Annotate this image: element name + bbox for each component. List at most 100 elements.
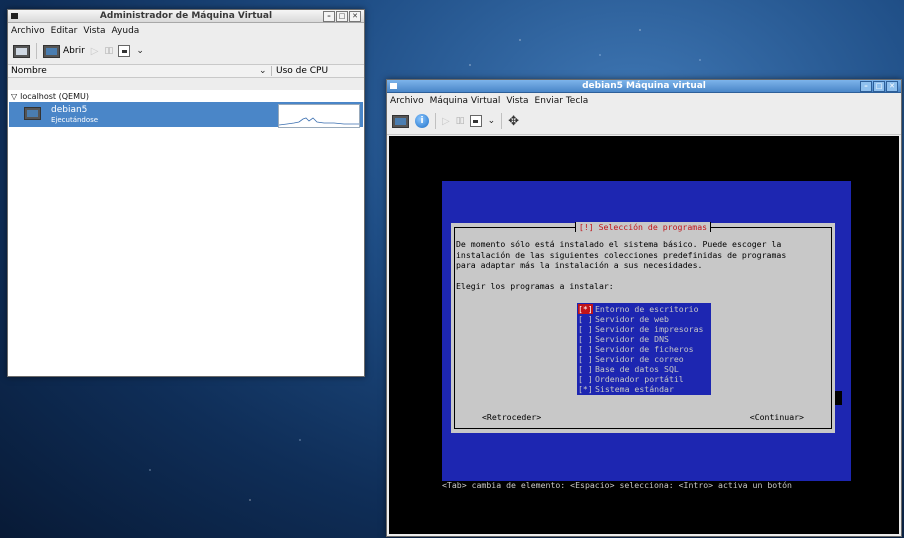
menu-editar[interactable]: Editar xyxy=(51,26,78,36)
shutdown-button[interactable] xyxy=(469,115,482,127)
manager-window: Administrador de Máquina Virtual – □ ✕ A… xyxy=(7,9,365,377)
option-servidor-web[interactable]: [ ] Servidor de web xyxy=(578,314,711,324)
checkbox-mark: [*] xyxy=(578,384,593,394)
menu-archivo[interactable]: Archivo xyxy=(11,26,45,36)
toolbar-separator xyxy=(36,43,37,59)
menu-maquina-virtual[interactable]: Máquina Virtual xyxy=(430,96,501,106)
fullscreen-icon[interactable]: ✥ xyxy=(508,114,519,129)
option-label: Servidor de impresoras xyxy=(595,324,704,334)
option-label: Servidor de correo xyxy=(595,354,684,364)
manager-title: Administrador de Máquina Virtual xyxy=(99,11,273,21)
column-cpu[interactable]: Uso de CPU xyxy=(271,66,328,76)
column-name[interactable]: Nombre xyxy=(8,66,259,76)
minimize-button[interactable]: – xyxy=(860,80,872,92)
viewer-window: debian5 Máquina virtual – □ ✕ Archivo Má… xyxy=(386,79,902,537)
viewer-menubar: Archivo Máquina Virtual Vista Enviar Tec… xyxy=(387,93,901,108)
dialog-title-bar: [!] Selección de programas xyxy=(451,222,835,232)
menu-vista[interactable]: Vista xyxy=(506,96,528,106)
vm-status: Ejecutándose xyxy=(51,116,99,124)
checkbox-mark: [ ] xyxy=(578,374,593,384)
triangle-down-icon[interactable]: ▽ xyxy=(11,92,17,101)
menu-vista[interactable]: Vista xyxy=(83,26,105,36)
installer-status-line: <Tab> cambia de elemento: <Espacio> sele… xyxy=(442,480,792,490)
option-label: Servidor de ficheros xyxy=(595,344,694,354)
option-servidor-correo[interactable]: [ ] Servidor de correo xyxy=(578,354,711,364)
play-icon[interactable]: ▷ xyxy=(91,46,99,57)
option-base-datos-sql[interactable]: [ ] Base de datos SQL xyxy=(578,364,711,374)
option-servidor-impresoras[interactable]: [ ] Servidor de impresoras xyxy=(578,324,711,334)
menu-enviar-tecla[interactable]: Enviar Tecla xyxy=(535,96,589,106)
checkbox-mark: [ ] xyxy=(578,344,593,354)
app-icon xyxy=(11,13,18,19)
option-label: Servidor de DNS xyxy=(595,334,669,344)
manager-menubar: Archivo Editar Vista Ayuda xyxy=(8,23,364,38)
description-line: instalación de las siguientes coleccione… xyxy=(456,249,787,260)
checkbox-mark: [ ] xyxy=(578,364,593,374)
menu-ayuda[interactable]: Ayuda xyxy=(112,26,140,36)
vm-row[interactable]: debian5 Ejecutándose xyxy=(9,102,363,128)
column-dropdown-icon[interactable]: ⌄ xyxy=(259,66,271,76)
vm-list: ▽ localhost (QEMU) debian5 Ejecutándose xyxy=(8,90,364,376)
checkbox-mark-text: [*] xyxy=(578,304,593,314)
option-servidor-dns[interactable]: [ ] Servidor de DNS xyxy=(578,334,711,344)
option-servidor-ficheros[interactable]: [ ] Servidor de ficheros xyxy=(578,344,711,354)
close-button[interactable]: ✕ xyxy=(349,10,361,22)
manager-titlebar[interactable]: Administrador de Máquina Virtual – □ ✕ xyxy=(8,10,364,23)
description-line: para adaptar más la instalación a sus ne… xyxy=(456,260,703,270)
option-label: Servidor de web xyxy=(595,314,669,324)
vm-console[interactable]: [!] Selección de programas De momento só… xyxy=(389,136,899,534)
software-selection-list: [*] Entorno de escritorio [ ] Servidor de … xyxy=(577,303,711,395)
menu-archivo[interactable]: Archivo xyxy=(390,96,424,106)
close-button[interactable]: ✕ xyxy=(886,80,898,92)
toolbar-separator xyxy=(501,113,503,129)
stop-icon xyxy=(121,49,127,53)
option-label: Entorno de escritorio xyxy=(595,304,699,314)
description-line: De momento sólo está instalado el sistem… xyxy=(456,239,782,249)
vm-name: debian5 xyxy=(51,105,88,115)
continue-button[interactable]: <Continuar> xyxy=(750,412,804,422)
open-label: Abrir xyxy=(63,46,85,56)
checkbox-mark: [ ] xyxy=(578,334,593,344)
stop-icon xyxy=(473,119,479,123)
option-label: Ordenador portátil xyxy=(595,374,684,384)
host-label: localhost (QEMU) xyxy=(20,91,89,101)
toolbar-separator xyxy=(435,113,436,129)
maximize-button[interactable]: □ xyxy=(336,10,348,22)
option-entorno-escritorio[interactable]: [*] Entorno de escritorio xyxy=(578,304,711,314)
cpu-usage-graph xyxy=(278,104,360,128)
host-group[interactable]: ▽ localhost (QEMU) xyxy=(8,90,364,102)
option-ordenador-portatil[interactable]: [ ] Ordenador portátil xyxy=(578,374,711,384)
viewer-title: debian5 Máquina virtual xyxy=(582,81,706,91)
pause-icon[interactable]: ▯▯ xyxy=(104,46,113,56)
checkbox-mark: [ ] xyxy=(578,354,593,364)
minimize-button[interactable]: – xyxy=(323,10,335,22)
checkbox-mark: [ ] xyxy=(578,314,593,324)
checkbox-mark: [*] xyxy=(578,304,595,314)
option-label: Sistema estándar xyxy=(595,384,674,394)
app-icon xyxy=(390,83,397,89)
pause-icon[interactable]: ▯▯ xyxy=(456,116,465,126)
dialog-prompt: Elegir los programas a instalar: xyxy=(456,281,614,291)
dialog-title: [!] Selección de programas xyxy=(574,222,712,232)
option-label: Base de datos SQL xyxy=(595,364,679,374)
manager-toolbar: Abrir ▷ ▯▯ ⌄ xyxy=(8,38,364,65)
viewer-toolbar: i ▷ ▯▯ ⌄ ✥ xyxy=(387,108,901,135)
new-vm-icon[interactable] xyxy=(13,44,30,58)
dialog-description: De momento sólo está instalado el sistem… xyxy=(456,239,830,271)
maximize-button[interactable]: □ xyxy=(873,80,885,92)
info-icon[interactable]: i xyxy=(415,114,429,128)
open-button[interactable]: Abrir xyxy=(43,44,85,58)
chevron-down-icon[interactable]: ⌄ xyxy=(488,116,496,126)
option-sistema-estandar[interactable]: [*] Sistema estándar xyxy=(578,384,711,394)
column-header: Nombre ⌄ Uso de CPU xyxy=(8,65,364,78)
checkbox-mark: [ ] xyxy=(578,324,593,334)
play-icon[interactable]: ▷ xyxy=(442,116,450,127)
vm-running-icon xyxy=(24,107,41,120)
shutdown-button[interactable] xyxy=(118,45,131,57)
installer-dialog: [!] Selección de programas De momento só… xyxy=(451,222,835,433)
monitor-icon xyxy=(43,44,60,58)
back-button[interactable]: <Retroceder> xyxy=(482,412,541,422)
chevron-down-icon[interactable]: ⌄ xyxy=(136,46,144,56)
viewer-titlebar[interactable]: debian5 Máquina virtual – □ ✕ xyxy=(387,80,901,93)
console-icon[interactable] xyxy=(392,114,409,128)
